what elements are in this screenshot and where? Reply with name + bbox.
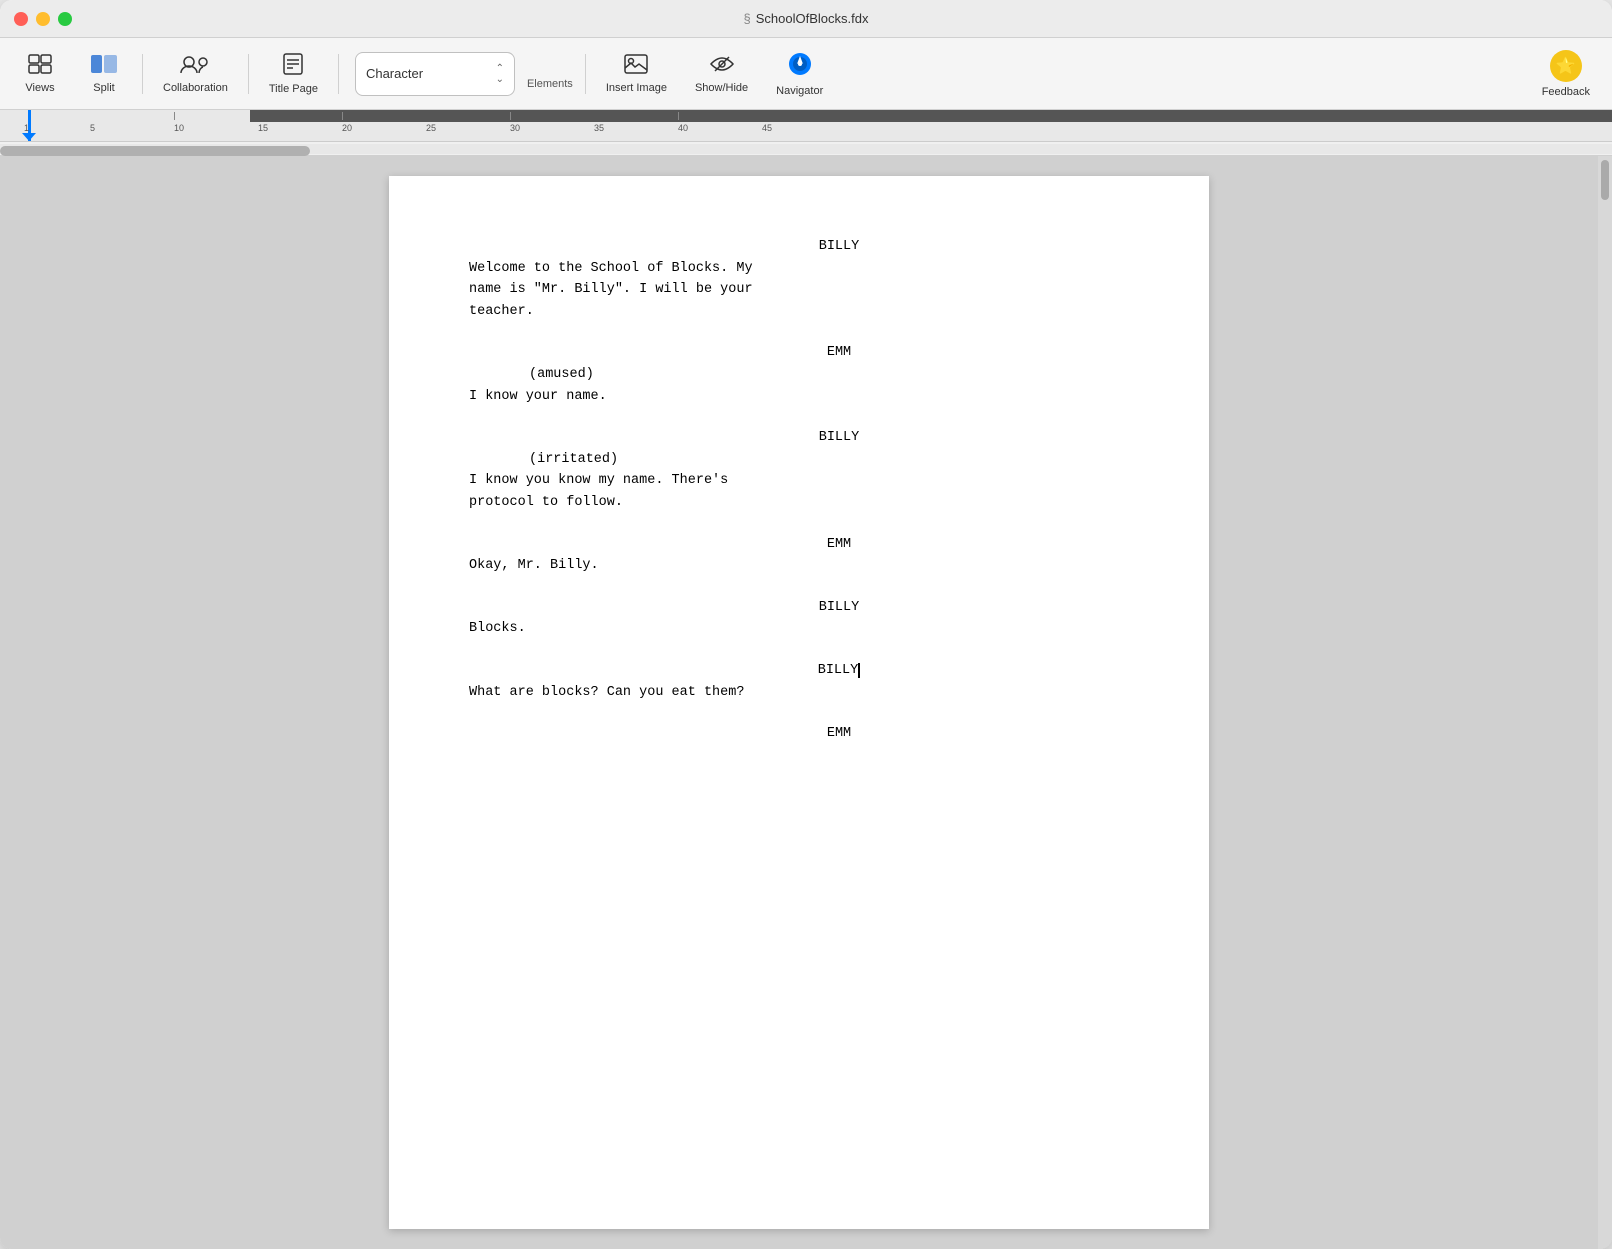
script-block-5: BILLY Blocks. (469, 597, 1129, 640)
character-billy-4: BILLY (549, 660, 1129, 682)
character-billy-2: BILLY (549, 427, 1129, 449)
ruler-tick-10 (174, 112, 175, 120)
character-emm-3: EMM (549, 723, 1129, 745)
script-area[interactable]: BILLY Welcome to the School of Blocks. M… (0, 156, 1598, 1249)
v-scrollbar-thumb[interactable] (1601, 160, 1609, 200)
script-block-1: BILLY Welcome to the School of Blocks. M… (469, 236, 1129, 322)
dialogue-billy-2: I know you know my name. There'sprotocol… (469, 470, 1129, 513)
dialogue-billy-4: What are blocks? Can you eat them? (469, 682, 1129, 704)
navigator-button[interactable]: Navigator (764, 45, 835, 103)
ruler-num-40: 40 (678, 123, 688, 133)
feedback-label: Feedback (1542, 86, 1590, 98)
navigator-icon (787, 51, 813, 81)
toolbar: Views Split Collabor (0, 38, 1612, 110)
title-bar: § SchoolOfBlocks.fdx (0, 0, 1612, 38)
traffic-lights (14, 12, 72, 26)
navigator-label: Navigator (776, 85, 823, 97)
split-button[interactable]: Split (74, 48, 134, 100)
elements-dropdown[interactable]: Character ⌃⌄ (355, 52, 515, 96)
ruler-num-15: 15 (258, 123, 268, 133)
dialogue-billy-1: Welcome to the School of Blocks. Myname … (469, 258, 1129, 323)
ruler-dark-bar (250, 110, 1612, 122)
show-hide-icon (708, 54, 736, 78)
script-block-6: BILLY What are blocks? Can you eat them? (469, 660, 1129, 703)
ruler-num-45: 45 (762, 123, 772, 133)
ruler: 1 5 10 15 20 25 30 35 40 45 (0, 110, 1612, 142)
character-billy-3: BILLY (549, 597, 1129, 619)
separator-1 (142, 54, 143, 94)
ruler-tick-20 (342, 112, 343, 120)
ruler-num-10: 10 (174, 123, 184, 133)
title-page-button[interactable]: Title Page (257, 47, 330, 101)
feedback-button[interactable]: ⭐ Feedback (1530, 44, 1602, 104)
character-billy-1: BILLY (549, 236, 1129, 258)
parenthetical-emm-1: (amused) (529, 364, 1129, 386)
scrollbar-track (0, 144, 1612, 154)
insert-image-button[interactable]: Insert Image (594, 48, 679, 100)
script-page[interactable]: BILLY Welcome to the School of Blocks. M… (389, 176, 1209, 1229)
separator-4 (585, 54, 586, 94)
views-label: Views (25, 82, 54, 94)
minimize-button[interactable] (36, 12, 50, 26)
dialogue-emm-1: I know your name. (469, 386, 1129, 408)
title-text: SchoolOfBlocks.fdx (756, 11, 869, 26)
separator-2 (248, 54, 249, 94)
script-block-3: BILLY (irritated) I know you know my nam… (469, 427, 1129, 513)
views-icon (28, 54, 52, 78)
chevron-down-icon: ⌃⌄ (496, 63, 504, 85)
script-block-4: EMM Okay, Mr. Billy. (469, 534, 1129, 577)
parenthetical-billy-2: (irritated) (529, 449, 1129, 471)
scrollbar-thumb[interactable] (0, 146, 310, 156)
title-page-icon (283, 53, 303, 79)
ruler-numbers: 1 5 10 15 20 25 30 35 40 45 (0, 123, 1612, 142)
ruler-num-1: 1 (24, 123, 29, 133)
app-window: § SchoolOfBlocks.fdx Views (0, 0, 1612, 1249)
split-label: Split (93, 82, 114, 94)
text-cursor (858, 663, 860, 678)
ruler-tick-40 (678, 112, 679, 120)
character-emm-1: EMM (549, 342, 1129, 364)
window-title: § SchoolOfBlocks.fdx (744, 11, 869, 26)
close-button[interactable] (14, 12, 28, 26)
show-hide-button[interactable]: Show/Hide (683, 48, 760, 100)
ruler-num-30: 30 (510, 123, 520, 133)
title-icon: § (744, 11, 751, 26)
insert-image-icon (624, 54, 648, 78)
ruler-num-25: 25 (426, 123, 436, 133)
title-page-label: Title Page (269, 83, 318, 95)
insert-image-label: Insert Image (606, 82, 667, 94)
show-hide-label: Show/Hide (695, 82, 748, 94)
collaboration-icon (179, 54, 211, 78)
dialogue-emm-2: Okay, Mr. Billy. (469, 555, 1129, 577)
ruler-num-20: 20 (342, 123, 352, 133)
views-button[interactable]: Views (10, 48, 70, 100)
separator-3 (338, 54, 339, 94)
horizontal-scrollbar[interactable] (0, 142, 1612, 156)
character-emm-2: EMM (549, 534, 1129, 556)
collaboration-button[interactable]: Collaboration (151, 48, 240, 100)
ruler-num-35: 35 (594, 123, 604, 133)
collaboration-label: Collaboration (163, 82, 228, 94)
dialogue-billy-3: Blocks. (469, 618, 1129, 640)
elements-label-below: Elements (527, 78, 573, 90)
elements-selected-value: Character (366, 66, 488, 81)
split-icon (90, 54, 118, 78)
feedback-icon: ⭐ (1550, 50, 1582, 82)
main-content: BILLY Welcome to the School of Blocks. M… (0, 156, 1612, 1249)
ruler-num-5: 5 (90, 123, 95, 133)
maximize-button[interactable] (58, 12, 72, 26)
script-block-7: EMM (469, 723, 1129, 745)
ruler-tick-30 (510, 112, 511, 120)
script-block-2: EMM (amused) I know your name. (469, 342, 1129, 407)
vertical-scrollbar[interactable] (1598, 156, 1612, 1249)
